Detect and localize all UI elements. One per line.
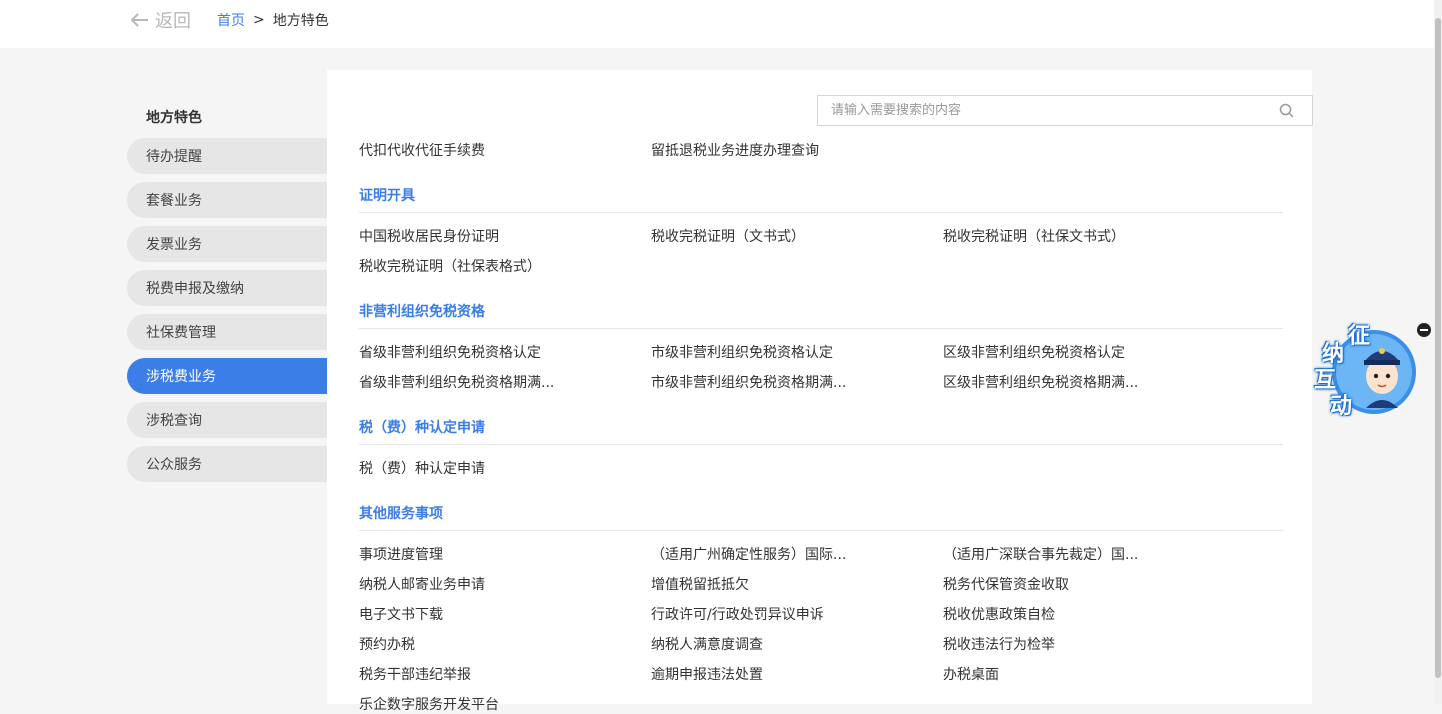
link-row: 电子文书下载 行政许可/行政处罚异议申诉 税收优惠政策自检 bbox=[359, 604, 1289, 624]
section-divider bbox=[359, 212, 1283, 213]
service-link[interactable]: 留抵退税业务进度办理查询 bbox=[651, 140, 819, 160]
sidebar-item-todo[interactable]: 待办提醒 bbox=[127, 138, 327, 174]
service-link[interactable]: 市级非营利组织免税资格认定 bbox=[651, 342, 833, 362]
top-links-row: 代扣代收代征手续费 留抵退税业务进度办理查询 bbox=[359, 140, 1289, 160]
service-link[interactable]: 税收完税证明（文书式） bbox=[651, 226, 805, 246]
service-link[interactable]: 税收违法行为检举 bbox=[943, 634, 1055, 654]
scrollbar-thumb[interactable] bbox=[1435, 18, 1441, 678]
sidebar-item-social-security[interactable]: 社保费管理 bbox=[127, 314, 327, 350]
sidebar-item-tax-business[interactable]: 涉税费业务 bbox=[127, 358, 327, 394]
search-icon[interactable] bbox=[1279, 103, 1294, 118]
service-link[interactable]: 省级非营利组织免税资格期满... bbox=[359, 372, 554, 392]
service-link[interactable]: 税收优惠政策自检 bbox=[943, 604, 1055, 624]
link-row: 省级非营利组织免税资格认定 市级非营利组织免税资格认定 区级非营利组织免税资格认… bbox=[359, 342, 1289, 362]
section-title: 其他服务事项 bbox=[359, 506, 443, 522]
link-row: 乐企数字服务开发平台 bbox=[359, 694, 1289, 714]
service-link[interactable]: 区级非营利组织免税资格认定 bbox=[943, 342, 1125, 362]
service-link[interactable]: （适用广州确定性服务）国际... bbox=[651, 544, 846, 564]
service-link[interactable]: 省级非营利组织免税资格认定 bbox=[359, 342, 541, 362]
link-row: 纳税人邮寄业务申请 增值税留抵抵欠 税务代保管资金收取 bbox=[359, 574, 1289, 594]
service-link[interactable]: 预约办税 bbox=[359, 634, 415, 654]
sidebar-item-tax-filing[interactable]: 税费申报及缴纳 bbox=[127, 270, 327, 306]
sidebar-title: 地方特色 bbox=[146, 110, 202, 126]
breadcrumb: 首页 > 地方特色 bbox=[217, 10, 329, 30]
breadcrumb-current: 地方特色 bbox=[272, 13, 329, 29]
service-link[interactable]: 市级非营利组织免税资格期满... bbox=[651, 372, 846, 392]
breadcrumb-separator: > bbox=[253, 12, 265, 28]
sidebar-item-public-service[interactable]: 公众服务 bbox=[127, 446, 327, 482]
mascot-close-icon[interactable] bbox=[1417, 323, 1431, 337]
service-link[interactable]: 代扣代收代征手续费 bbox=[359, 140, 485, 160]
mascot-char: 征 bbox=[1348, 324, 1371, 349]
main-content: 代扣代收代征手续费 留抵退税业务进度办理查询 证明开具 中国税收居民身份证明 税… bbox=[327, 70, 1313, 713]
sidebar-item-invoice[interactable]: 发票业务 bbox=[127, 226, 327, 262]
tax-interaction-mascot[interactable]: 征 纳 互 动 bbox=[1312, 318, 1422, 419]
breadcrumb-home[interactable]: 首页 bbox=[217, 10, 245, 30]
service-link[interactable]: 逾期申报违法处置 bbox=[651, 664, 763, 684]
mascot-char: 动 bbox=[1330, 394, 1353, 419]
sidebar-item-tax-query[interactable]: 涉税查询 bbox=[127, 402, 327, 438]
service-link[interactable]: 税务代保管资金收取 bbox=[943, 574, 1069, 594]
link-row: 省级非营利组织免税资格期满... 市级非营利组织免税资格期满... 区级非营利组… bbox=[359, 372, 1289, 392]
page-scrollbar[interactable] bbox=[1434, 0, 1442, 704]
service-link[interactable]: 中国税收居民身份证明 bbox=[359, 226, 499, 246]
top-bar: 返回 首页 > 地方特色 bbox=[0, 0, 1434, 48]
service-link[interactable]: 事项进度管理 bbox=[359, 544, 443, 564]
search-box bbox=[817, 95, 1313, 126]
link-row: 中国税收居民身份证明 税收完税证明（文书式） 税收完税证明（社保文书式） bbox=[359, 226, 1289, 246]
section-title: 证明开具 bbox=[359, 188, 415, 204]
link-row: 税收完税证明（社保表格式） bbox=[359, 256, 1289, 276]
link-row: 税（费）种认定申请 bbox=[359, 458, 1289, 478]
service-link[interactable]: 乐企数字服务开发平台 bbox=[359, 694, 499, 714]
section-title: 税（费）种认定申请 bbox=[359, 420, 485, 436]
service-link[interactable]: （适用广深联合事先裁定）国... bbox=[943, 544, 1138, 564]
back-button[interactable]: 返回 bbox=[131, 8, 191, 32]
section-divider bbox=[359, 530, 1283, 531]
service-link[interactable]: 税收完税证明（社保表格式） bbox=[359, 256, 541, 276]
service-link[interactable]: 办税桌面 bbox=[943, 664, 999, 684]
service-link[interactable]: 税务干部违纪举报 bbox=[359, 664, 471, 684]
arrow-left-icon bbox=[131, 13, 148, 27]
service-link[interactable]: 纳税人满意度调查 bbox=[651, 634, 763, 654]
service-link[interactable]: 区级非营利组织免税资格期满... bbox=[943, 372, 1138, 392]
service-link[interactable]: 电子文书下载 bbox=[359, 604, 443, 624]
section-title: 非营利组织免税资格 bbox=[359, 304, 485, 320]
link-row: 事项进度管理 （适用广州确定性服务）国际... （适用广深联合事先裁定）国... bbox=[359, 544, 1289, 564]
service-link[interactable]: 税（费）种认定申请 bbox=[359, 458, 485, 478]
search-input[interactable] bbox=[818, 103, 1258, 118]
back-label: 返回 bbox=[155, 11, 191, 32]
service-link[interactable]: 增值税留抵抵欠 bbox=[651, 574, 749, 594]
sidebar-item-package[interactable]: 套餐业务 bbox=[127, 182, 327, 218]
service-link[interactable]: 税收完税证明（社保文书式） bbox=[943, 226, 1125, 246]
section-divider bbox=[359, 328, 1283, 329]
service-link[interactable]: 行政许可/行政处罚异议申诉 bbox=[651, 604, 824, 624]
section-divider bbox=[359, 444, 1283, 445]
link-row: 预约办税 纳税人满意度调查 税收违法行为检举 bbox=[359, 634, 1289, 654]
link-row: 税务干部违纪举报 逾期申报违法处置 办税桌面 bbox=[359, 664, 1289, 684]
service-link[interactable]: 纳税人邮寄业务申请 bbox=[359, 574, 485, 594]
